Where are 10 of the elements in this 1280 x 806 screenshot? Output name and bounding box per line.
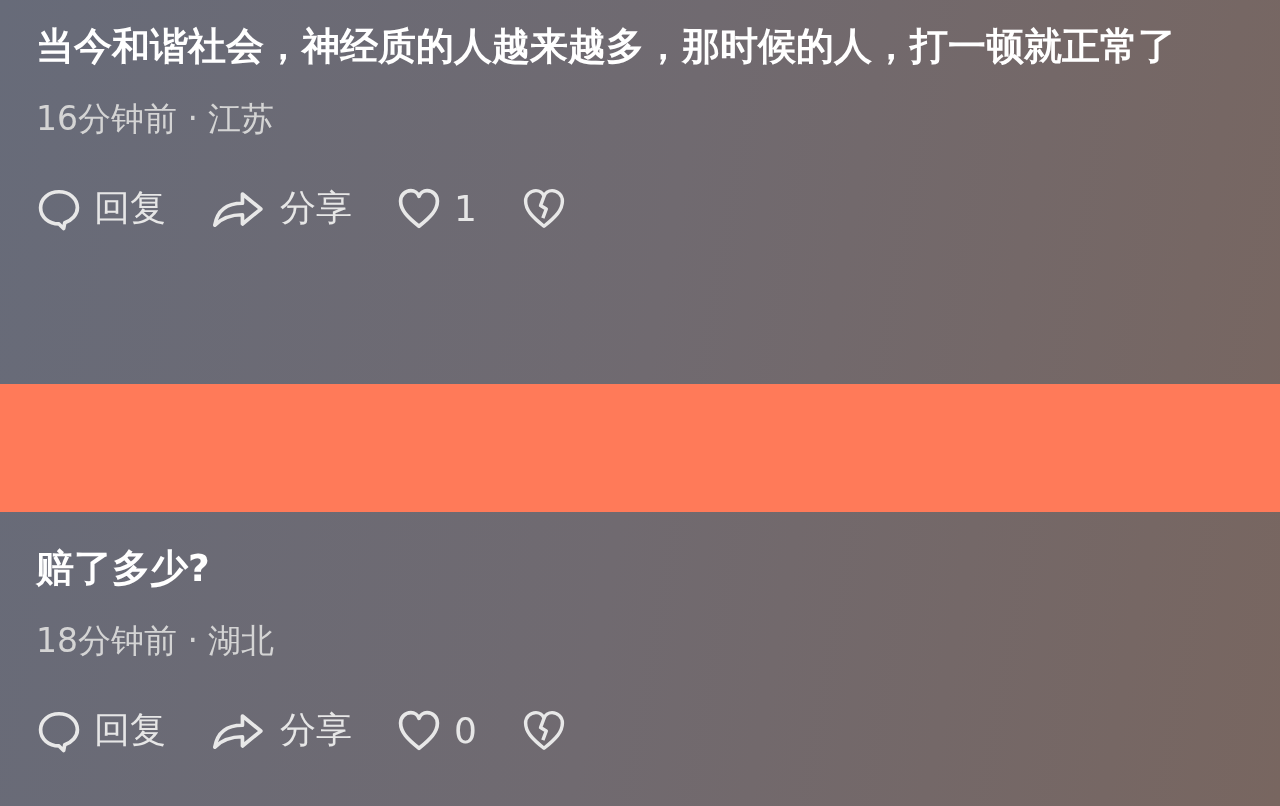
comment-text: 当今和谐社会，神经质的人越来越多，那时候的人，打一顿就正常了: [36, 23, 1177, 70]
comment-meta: 16分钟前 · 江苏: [36, 98, 276, 140]
reply-button[interactable]: 回复: [36, 184, 166, 233]
like-button[interactable]: 1: [396, 185, 477, 232]
comment-meta: 18分钟前 · 湖北: [36, 620, 276, 662]
reply-button[interactable]: 回复: [36, 706, 166, 755]
share-button[interactable]: 分享: [210, 184, 352, 233]
like-button[interactable]: 0: [396, 707, 477, 754]
comment-text: 赔了多少?: [36, 545, 211, 592]
share-button[interactable]: 分享: [210, 706, 352, 755]
